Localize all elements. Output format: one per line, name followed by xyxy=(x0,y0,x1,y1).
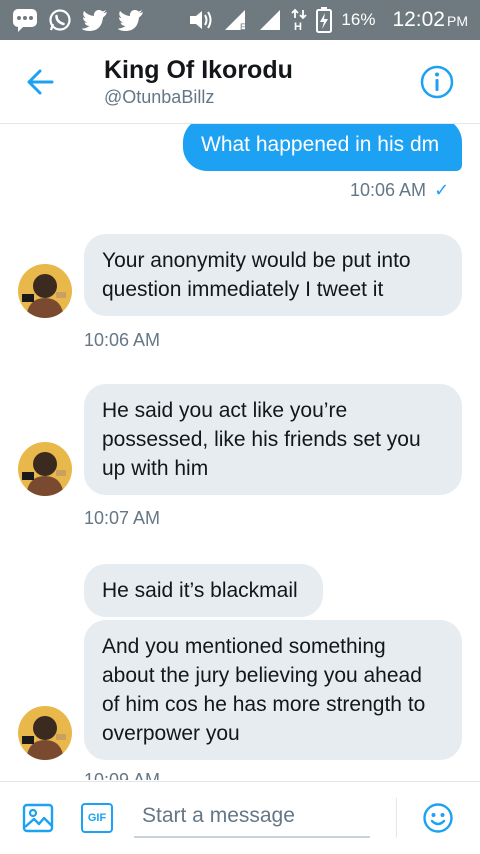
timestamp-text: 10:06 AM xyxy=(350,180,427,200)
conversation-handle: @OtunbaBillz xyxy=(104,87,215,107)
conversation-header: King Of Ikorodu @OtunbaBillz xyxy=(0,40,480,124)
status-bar: E H 16% 12:02 PM xyxy=(0,0,480,40)
message-bubble-received[interactable]: And you mentioned something about the ju… xyxy=(84,620,462,760)
message-text: He said you act like you’re possessed, l… xyxy=(102,399,421,480)
signal-icon: E xyxy=(223,9,249,31)
signal-icon-2 xyxy=(258,9,282,31)
message-bubble-received[interactable]: He said you act like you’re possessed, l… xyxy=(84,384,462,495)
avatar[interactable] xyxy=(18,706,72,760)
back-button[interactable] xyxy=(22,64,62,100)
clock-ampm: PM xyxy=(447,13,468,29)
status-system: E H 16% 12:02 PM xyxy=(188,7,468,33)
chat-notification-icon xyxy=(12,8,38,32)
message-timestamp: 10:09 AM xyxy=(84,770,161,780)
message-timestamp: 10:06 AM xyxy=(84,330,161,350)
message-list[interactable]: What happened in his dm 10:06 AM ✓ Your a… xyxy=(0,124,480,780)
conversation-title: King Of Ikorodu xyxy=(104,56,293,84)
gif-button[interactable]: GIF xyxy=(81,803,113,833)
smiley-icon xyxy=(423,803,453,833)
info-button[interactable] xyxy=(419,64,455,100)
svg-text:E: E xyxy=(240,22,246,31)
avatar[interactable] xyxy=(18,442,72,496)
read-check-icon: ✓ xyxy=(434,180,450,200)
message-bubble-received[interactable]: He said it’s blackmail xyxy=(84,564,323,617)
clock: 12:02 PM xyxy=(392,8,468,32)
data-transfer-icon: H xyxy=(291,8,308,32)
divider xyxy=(396,798,397,838)
twitter-bird-icon-2 xyxy=(118,9,144,31)
message-text: He said it’s blackmail xyxy=(102,579,298,602)
add-photo-button[interactable] xyxy=(22,802,54,834)
status-notifications xyxy=(12,8,144,32)
photo-icon xyxy=(22,803,54,833)
volume-icon xyxy=(188,9,214,31)
message-text: And you mentioned something about the ju… xyxy=(102,635,426,745)
twitter-bird-icon xyxy=(82,9,108,31)
message-bubble-sent[interactable]: What happened in his dm xyxy=(183,124,462,171)
message-timestamp: 10:06 AM ✓ xyxy=(350,180,449,201)
message-input[interactable] xyxy=(134,796,370,838)
message-timestamp: 10:07 AM xyxy=(84,508,161,528)
message-text: What happened in his dm xyxy=(201,133,440,156)
message-bubble-received[interactable]: Your anonymity would be put into questio… xyxy=(84,234,462,316)
svg-text:H: H xyxy=(294,21,302,32)
battery-charging-icon xyxy=(316,7,333,33)
avatar[interactable] xyxy=(18,264,72,318)
back-arrow-icon xyxy=(27,69,54,95)
message-text: Your anonymity would be put into questio… xyxy=(102,249,411,301)
emoji-button[interactable] xyxy=(422,802,454,834)
whatsapp-icon xyxy=(48,8,72,32)
clock-time: 12:02 xyxy=(392,8,445,31)
message-composer: GIF xyxy=(0,781,480,854)
info-icon xyxy=(420,65,454,99)
battery-percent: 16% xyxy=(341,10,376,29)
